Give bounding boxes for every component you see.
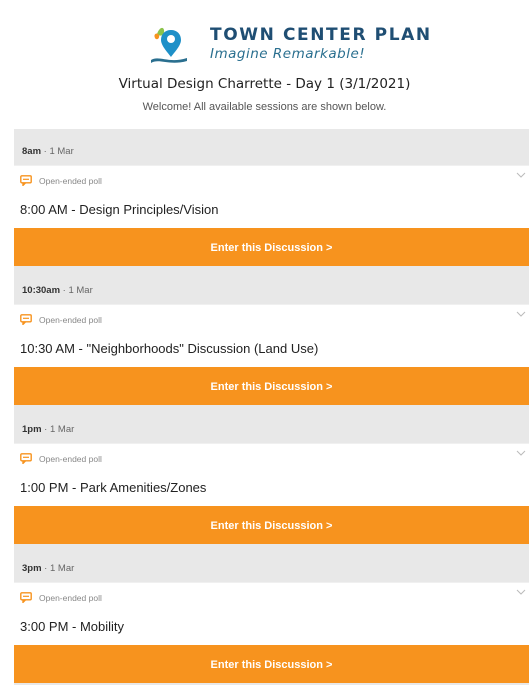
chat-bubbles-icon [20,592,32,603]
poll-type: Open-ended poll [20,314,102,325]
session-item: 10:30am · 1 Mar Open-ended poll 10:30 AM… [14,268,529,407]
chevron-down-icon[interactable] [516,449,526,457]
session-list: 8am · 1 Mar Open-ended poll 8:00 AM - De… [14,129,529,685]
session-time: 3pm [22,563,42,574]
session-card[interactable]: Open-ended poll 10:30 AM - "Neighborhood… [14,304,529,367]
session-card[interactable]: Open-ended poll 1:00 PM - Park Amenities… [14,443,529,506]
session-item: 8am · 1 Mar Open-ended poll 8:00 AM - De… [14,129,529,268]
session-time: 10:30am [22,285,61,296]
poll-type-label: Open-ended poll [39,453,102,464]
chevron-down-icon[interactable] [516,588,526,596]
session-item: 1pm · 1 Mar Open-ended poll 1:00 PM - Pa… [14,407,529,546]
poll-type-label: Open-ended poll [39,314,102,325]
poll-type: Open-ended poll [20,453,102,464]
chat-bubbles-icon [20,453,32,464]
session-date: · 1 Mar [41,563,75,574]
session-time-bar: 3pm · 1 Mar [14,546,529,582]
chat-bubbles-icon [20,175,32,186]
page-title: Virtual Design Charrette - Day 1 (3/1/20… [118,76,411,92]
poll-type: Open-ended poll [20,592,102,603]
poll-type-label: Open-ended poll [39,175,102,186]
session-title: 3:00 PM - Mobility [20,619,125,634]
session-title: 1:00 PM - Park Amenities/Zones [20,480,207,495]
poll-type: Open-ended poll [20,175,102,186]
session-time: 8am [22,146,42,157]
page-header: TOWN CENTER PLAN Imagine Remarkable! Vir… [0,0,529,128]
enter-discussion-button[interactable]: Enter this Discussion > [14,228,529,268]
session-date: · 1 Mar [60,285,93,296]
poll-type-label: Open-ended poll [39,592,102,603]
location-pin-logo-icon [151,27,187,63]
session-card[interactable]: Open-ended poll 8:00 AM - Design Princip… [14,165,529,228]
brand-tagline: Imagine Remarkable! [210,46,366,62]
session-date: · 1 Mar [41,424,75,435]
enter-discussion-button[interactable]: Enter this Discussion > [14,645,529,685]
chevron-down-icon[interactable] [516,171,526,179]
session-title: 10:30 AM - "Neighborhoods" Discussion (L… [20,341,319,356]
session-time-bar: 8am · 1 Mar [14,129,529,165]
session-date: · 1 Mar [41,146,74,157]
session-item: 3pm · 1 Mar Open-ended poll 3:00 PM - Mo… [14,546,529,685]
session-time: 1pm [22,424,42,435]
enter-discussion-button[interactable]: Enter this Discussion > [14,506,529,546]
session-time-bar: 1pm · 1 Mar [14,407,529,443]
session-card[interactable]: Open-ended poll 3:00 PM - Mobility [14,582,529,645]
session-title: 8:00 AM - Design Principles/Vision [20,202,219,217]
chat-bubbles-icon [20,314,32,325]
session-time-bar: 10:30am · 1 Mar [14,268,529,304]
chevron-down-icon[interactable] [516,310,526,318]
brand-title: TOWN CENTER PLAN [210,25,432,45]
page-subtitle: Welcome! All available sessions are show… [142,101,387,113]
enter-discussion-button[interactable]: Enter this Discussion > [14,367,529,407]
